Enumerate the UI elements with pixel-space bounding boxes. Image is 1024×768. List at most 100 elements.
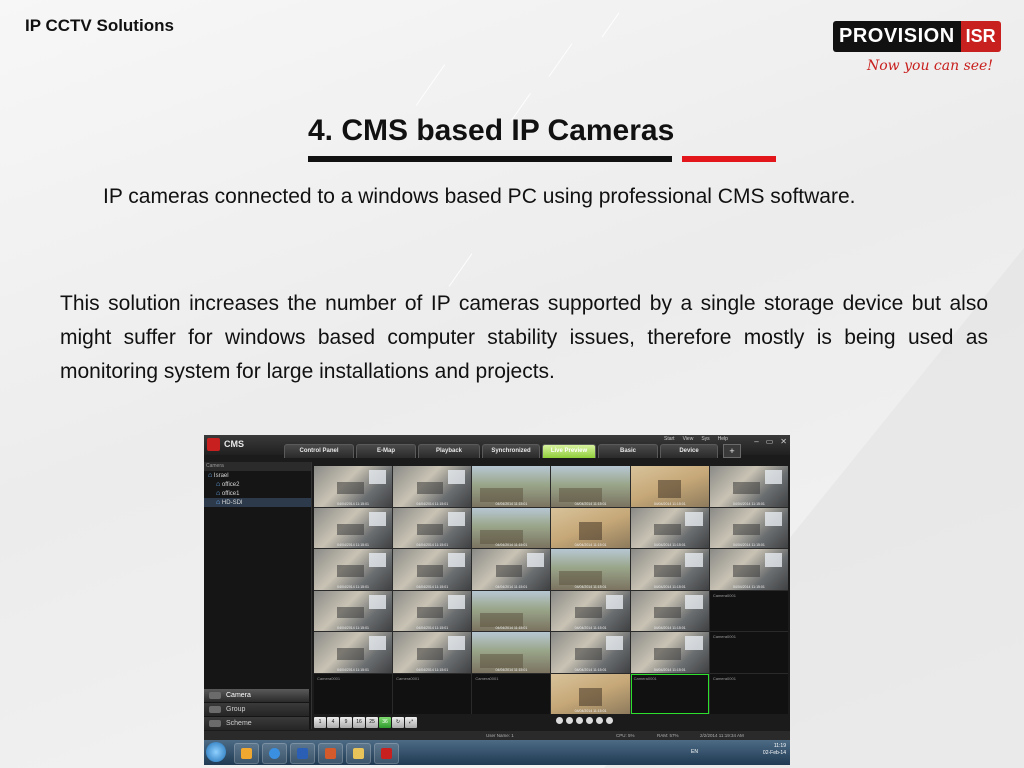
camera-tile[interactable]: Camera0001 (709, 673, 788, 714)
camera-tile[interactable]: 04/04/2014 11:15:01 (314, 507, 393, 548)
camera-tile[interactable]: 04/04/2014 11:15:01 (551, 549, 630, 590)
tab-basic[interactable]: Basic (598, 444, 658, 458)
tab-device[interactable]: Device (660, 444, 718, 458)
tile-scene-shape (416, 606, 444, 619)
camera-tile[interactable]: 04/04/2014 11:15:01 (630, 466, 709, 507)
taskbar-ie[interactable] (262, 743, 287, 764)
tab-control-panel[interactable]: Control Panel (284, 444, 354, 458)
camera-tile[interactable]: 04/04/2014 11:15:01 (314, 632, 393, 673)
close-icon[interactable]: ✕ (780, 437, 787, 446)
camera-tile[interactable]: 04/04/2014 11:15:01 (630, 507, 709, 548)
tab-playback[interactable]: Playback (418, 444, 480, 458)
tree-item-hd-sdi[interactable]: ⌂ HD-SDI (204, 498, 311, 507)
taskbar-clock[interactable]: 11:19 02-Feb-14 (763, 743, 786, 757)
tile-timestamp: 04/04/2014 11:15:01 (416, 501, 449, 506)
taskbar-explorer[interactable] (346, 743, 371, 764)
camera-tile[interactable]: 04/04/2014 11:15:01 (472, 507, 551, 548)
menu-view[interactable]: View (683, 436, 694, 442)
audio-icon[interactable] (576, 717, 583, 724)
camera-tile[interactable]: Camera0001 (709, 632, 788, 673)
start-button[interactable] (206, 742, 226, 762)
language-indicator[interactable]: EN (691, 749, 698, 755)
camera-tile[interactable]: 04/04/2014 11:15:01 (630, 590, 709, 631)
camera-tile[interactable]: Camera0001 (709, 590, 788, 631)
camera-tile[interactable]: Camera0001 (393, 673, 472, 714)
camera-tile[interactable]: 04/04/2014 11:15:01 (551, 673, 630, 714)
taskbar-outlook[interactable] (234, 743, 259, 764)
tile-timestamp: 04/04/2014 11:15:01 (416, 543, 449, 547)
tree-item-label: HD-SDI (221, 500, 243, 506)
layout-36-button[interactable]: 36 (379, 716, 391, 728)
camera-tile[interactable]: 04/04/2014 11:15:01 (472, 590, 551, 631)
camera-tile[interactable]: 04/04/2014 11:15:01 (393, 466, 472, 507)
menu-sys[interactable]: Sys (701, 436, 709, 442)
menu-start[interactable]: Start (664, 436, 675, 442)
record-icon[interactable] (556, 717, 563, 724)
camera-tile[interactable]: 04/04/2014 11:15:01 (472, 549, 551, 590)
taskbar-powerpoint[interactable] (318, 743, 343, 764)
camera-tile[interactable]: 04/04/2014 11:15:01 (314, 466, 393, 507)
tab-synchronized[interactable]: Synchronized (482, 444, 540, 458)
camera-tile[interactable]: 04/04/2014 11:15:01 (314, 590, 393, 631)
tree-item-office2[interactable]: ⌂ office2 (204, 480, 311, 489)
sequence-icon[interactable]: ↻ (392, 716, 404, 728)
minimize-icon[interactable]: – (754, 437, 758, 446)
layout-9-button[interactable]: 9 (340, 716, 352, 728)
tile-timestamp: 04/04/2014 11:15:01 (653, 667, 686, 672)
ptz-controls (556, 717, 613, 724)
camera-tile[interactable]: Camera0001 (314, 673, 393, 714)
camera-tile[interactable]: 04/04/2014 11:15:01 (393, 507, 472, 548)
tile-scene-shape (685, 553, 703, 568)
tile-timestamp: 04/04/2014 11:15:01 (574, 543, 607, 547)
layout-4-button[interactable]: 4 (327, 716, 339, 728)
talk-icon[interactable] (586, 717, 593, 724)
sidebar-nav-group[interactable]: Group (204, 703, 309, 716)
zoom-out-icon[interactable] (606, 717, 613, 724)
camera-tile[interactable]: 04/04/2014 11:15:01 (551, 632, 630, 673)
layout-16-button[interactable]: 16 (353, 716, 365, 728)
tree-item-israel[interactable]: ⌂ Israel (204, 471, 311, 480)
group-icon: ⌂ (216, 481, 221, 488)
camera-tile[interactable]: 04/04/2014 11:15:01 (551, 466, 630, 507)
camera-tile[interactable]: 04/04/2014 11:15:01 (393, 549, 472, 590)
layout-1-button[interactable]: 1 (314, 716, 326, 728)
camera-tile[interactable]: 04/04/2014 11:15:01 (709, 466, 788, 507)
tile-timestamp: 04/04/2014 11:15:01 (574, 584, 607, 589)
camera-tile[interactable]: 04/04/2014 11:15:01 (314, 549, 393, 590)
camera-tile[interactable]: 04/04/2014 11:15:01 (709, 507, 788, 548)
sidebar-nav-scheme[interactable]: Scheme (204, 717, 309, 730)
camera-tile[interactable]: 04/04/2014 11:15:01 (551, 590, 630, 631)
camera-tile[interactable]: 04/04/2014 11:15:01 (551, 507, 630, 548)
tile-scene-shape (368, 511, 386, 526)
taskbar-cms[interactable] (374, 743, 399, 764)
camera-tile[interactable]: 04/04/2014 11:15:01 (630, 549, 709, 590)
window-controls: – ▭ ✕ (754, 437, 787, 446)
layout-25-button[interactable]: 25 (366, 716, 378, 728)
camera-tile[interactable]: 04/04/2014 11:15:01 (472, 466, 551, 507)
fullscreen-icon[interactable]: ⤢ (405, 716, 417, 728)
tile-scene-shape (480, 488, 524, 503)
tree-item-office1[interactable]: ⌂ office1 (204, 489, 311, 498)
snapshot-icon[interactable] (566, 717, 573, 724)
word-icon (297, 748, 308, 759)
taskbar-word[interactable] (290, 743, 315, 764)
camera-tile[interactable]: 04/04/2014 11:15:01 (630, 632, 709, 673)
camera-tile[interactable]: 04/04/2014 11:15:01 (472, 632, 551, 673)
menu-help[interactable]: Help (718, 436, 728, 442)
camera-tile[interactable]: 04/04/2014 11:15:01 (393, 590, 472, 631)
sidebar-nav-camera[interactable]: Camera (204, 689, 309, 702)
zoom-in-icon[interactable] (596, 717, 603, 724)
camera-tile[interactable]: 04/04/2014 11:15:01 (709, 549, 788, 590)
camera-tile[interactable]: Camera0001 (630, 673, 709, 714)
tab-live-preview[interactable]: Live Preview (542, 444, 596, 458)
add-tab-button[interactable]: + (723, 444, 741, 458)
tile-timestamp: 04/04/2014 11:15:01 (574, 667, 607, 672)
camera-tile[interactable]: 04/04/2014 11:15:01 (393, 632, 472, 673)
tile-scene-shape (495, 565, 523, 577)
tile-scene-shape (368, 594, 386, 609)
tab-e-map[interactable]: E-Map (356, 444, 416, 458)
tile-scene-shape (416, 523, 444, 536)
camera-tile[interactable]: Camera0001 (472, 673, 551, 714)
cms-tabs: Control Panel E-Map Playback Synchronize… (284, 444, 741, 458)
maximize-icon[interactable]: ▭ (766, 437, 774, 446)
